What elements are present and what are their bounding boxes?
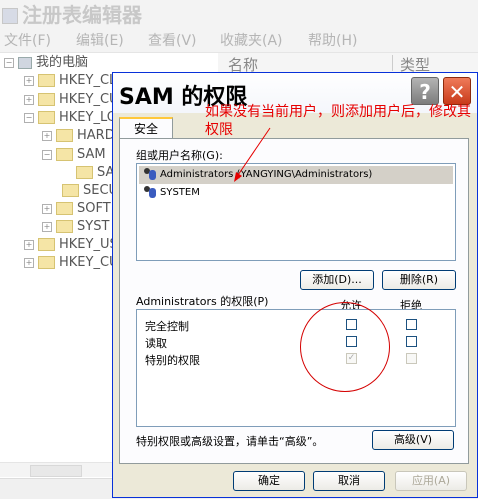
expand-icon[interactable]: + xyxy=(42,203,52,214)
tab-security[interactable]: 安全 xyxy=(119,117,173,139)
tree-item-sam-sam[interactable]: SA xyxy=(76,164,114,182)
folder-icon xyxy=(38,256,55,269)
list-item-administrators[interactable]: Administrators (YANGYING\Administrators) xyxy=(139,166,453,184)
tree-item-software[interactable]: + SOFT xyxy=(42,200,111,218)
folder-icon xyxy=(62,184,79,197)
deny-read-checkbox[interactable] xyxy=(406,336,417,347)
expand-icon[interactable]: + xyxy=(42,221,52,232)
permissions-scrollbar xyxy=(453,310,455,426)
permission-special: 特别的权限 xyxy=(145,354,200,367)
registry-editor-titlebar: 注册表编辑器 xyxy=(0,0,478,30)
tree-item-hardware[interactable]: + HARD xyxy=(42,127,115,145)
tree-item-hkcr[interactable]: + HKEY_CL xyxy=(24,72,116,90)
user-group-icon xyxy=(143,167,157,181)
annotation-text: 如果没有当前用户，则添加用户后，修改其权限 xyxy=(205,104,471,138)
expand-icon[interactable]: + xyxy=(42,130,52,141)
expand-icon[interactable]: + xyxy=(24,257,34,268)
tree-item-system[interactable]: + SYST xyxy=(42,218,109,236)
tree-item-hkcc[interactable]: + HKEY_CU xyxy=(24,254,119,272)
menu-favorites[interactable]: 收藏夹(A) xyxy=(220,30,283,52)
users-list[interactable]: Administrators (YANGYING\Administrators)… xyxy=(136,163,456,261)
folder-icon xyxy=(76,166,93,179)
column-separator xyxy=(392,55,393,71)
collapse-icon[interactable]: − xyxy=(42,149,52,160)
folder-icon xyxy=(56,202,73,215)
help-button[interactable]: ? xyxy=(411,77,439,105)
tree-item-security[interactable]: SECU xyxy=(62,182,118,200)
tree-item-sam[interactable]: − SAM xyxy=(42,146,106,164)
annotation-circle xyxy=(300,302,390,392)
list-item-system[interactable]: SYSTEM xyxy=(139,184,453,202)
add-button[interactable]: 添加(D)... xyxy=(300,270,374,290)
folder-icon xyxy=(38,238,55,251)
permission-full-control: 完全控制 xyxy=(145,320,189,333)
menu-file[interactable]: 文件(F) xyxy=(4,30,51,52)
permissions-dialog: SAM 的权限 ? ✕ 安全 组或用户名称(G): Administrators… xyxy=(112,72,478,498)
permissions-list: 完全控制 读取 特别的权限 ✓ xyxy=(136,309,456,427)
menu-help[interactable]: 帮助(H) xyxy=(308,30,357,52)
folder-icon xyxy=(56,129,73,142)
folder-icon xyxy=(38,93,55,106)
scroll-thumb[interactable] xyxy=(30,465,82,477)
computer-icon xyxy=(18,56,32,69)
ok-button[interactable]: 确定 xyxy=(233,471,305,491)
user-group-icon xyxy=(143,185,157,199)
permission-read: 读取 xyxy=(145,337,167,350)
registry-editor-title: 注册表编辑器 xyxy=(22,3,142,27)
menu-bar: 文件(F) 编辑(E) 查看(V) 收藏夹(A) 帮助(H) xyxy=(0,30,478,53)
remove-button[interactable]: 删除(R) xyxy=(382,270,456,290)
cancel-button[interactable]: 取消 xyxy=(313,471,385,491)
tree-item-hku[interactable]: + HKEY_US xyxy=(24,236,118,254)
expand-icon[interactable]: + xyxy=(24,75,34,86)
folder-icon xyxy=(56,220,73,233)
advanced-hint: 特别权限或高级设置，请单击“高级”。 xyxy=(136,435,324,448)
regedit-icon xyxy=(2,8,18,24)
folder-open-icon xyxy=(38,111,55,124)
deny-special-checkbox xyxy=(406,353,417,364)
security-panel: 组或用户名称(G): Administrators (YANGYING\Admi… xyxy=(119,138,469,464)
apply-button: 应用(A) xyxy=(395,471,467,491)
tree-item-my-computer[interactable]: − 我的电脑 xyxy=(4,54,88,72)
collapse-icon[interactable]: − xyxy=(24,112,34,123)
close-button[interactable]: ✕ xyxy=(443,77,471,105)
collapse-icon[interactable]: − xyxy=(4,57,14,68)
tree-item-hkcu[interactable]: + HKEY_CU xyxy=(24,91,119,109)
menu-view[interactable]: 查看(V) xyxy=(148,30,197,52)
expand-icon[interactable]: + xyxy=(24,94,34,105)
advanced-button[interactable]: 高级(V) xyxy=(372,430,454,450)
folder-icon xyxy=(38,74,55,87)
menu-edit[interactable]: 编辑(E) xyxy=(76,30,124,52)
list-header: 名称 类型 xyxy=(218,53,478,74)
horizontal-scrollbar[interactable] xyxy=(0,462,112,477)
permissions-label: Administrators 的权限(P) xyxy=(136,295,269,308)
folder-open-icon xyxy=(56,148,73,161)
deny-full-control-checkbox[interactable] xyxy=(406,319,417,330)
expand-icon[interactable]: + xyxy=(24,239,34,250)
tree-item-hklm[interactable]: − HKEY_LO xyxy=(24,109,117,127)
users-label: 组或用户名称(G): xyxy=(136,149,223,162)
